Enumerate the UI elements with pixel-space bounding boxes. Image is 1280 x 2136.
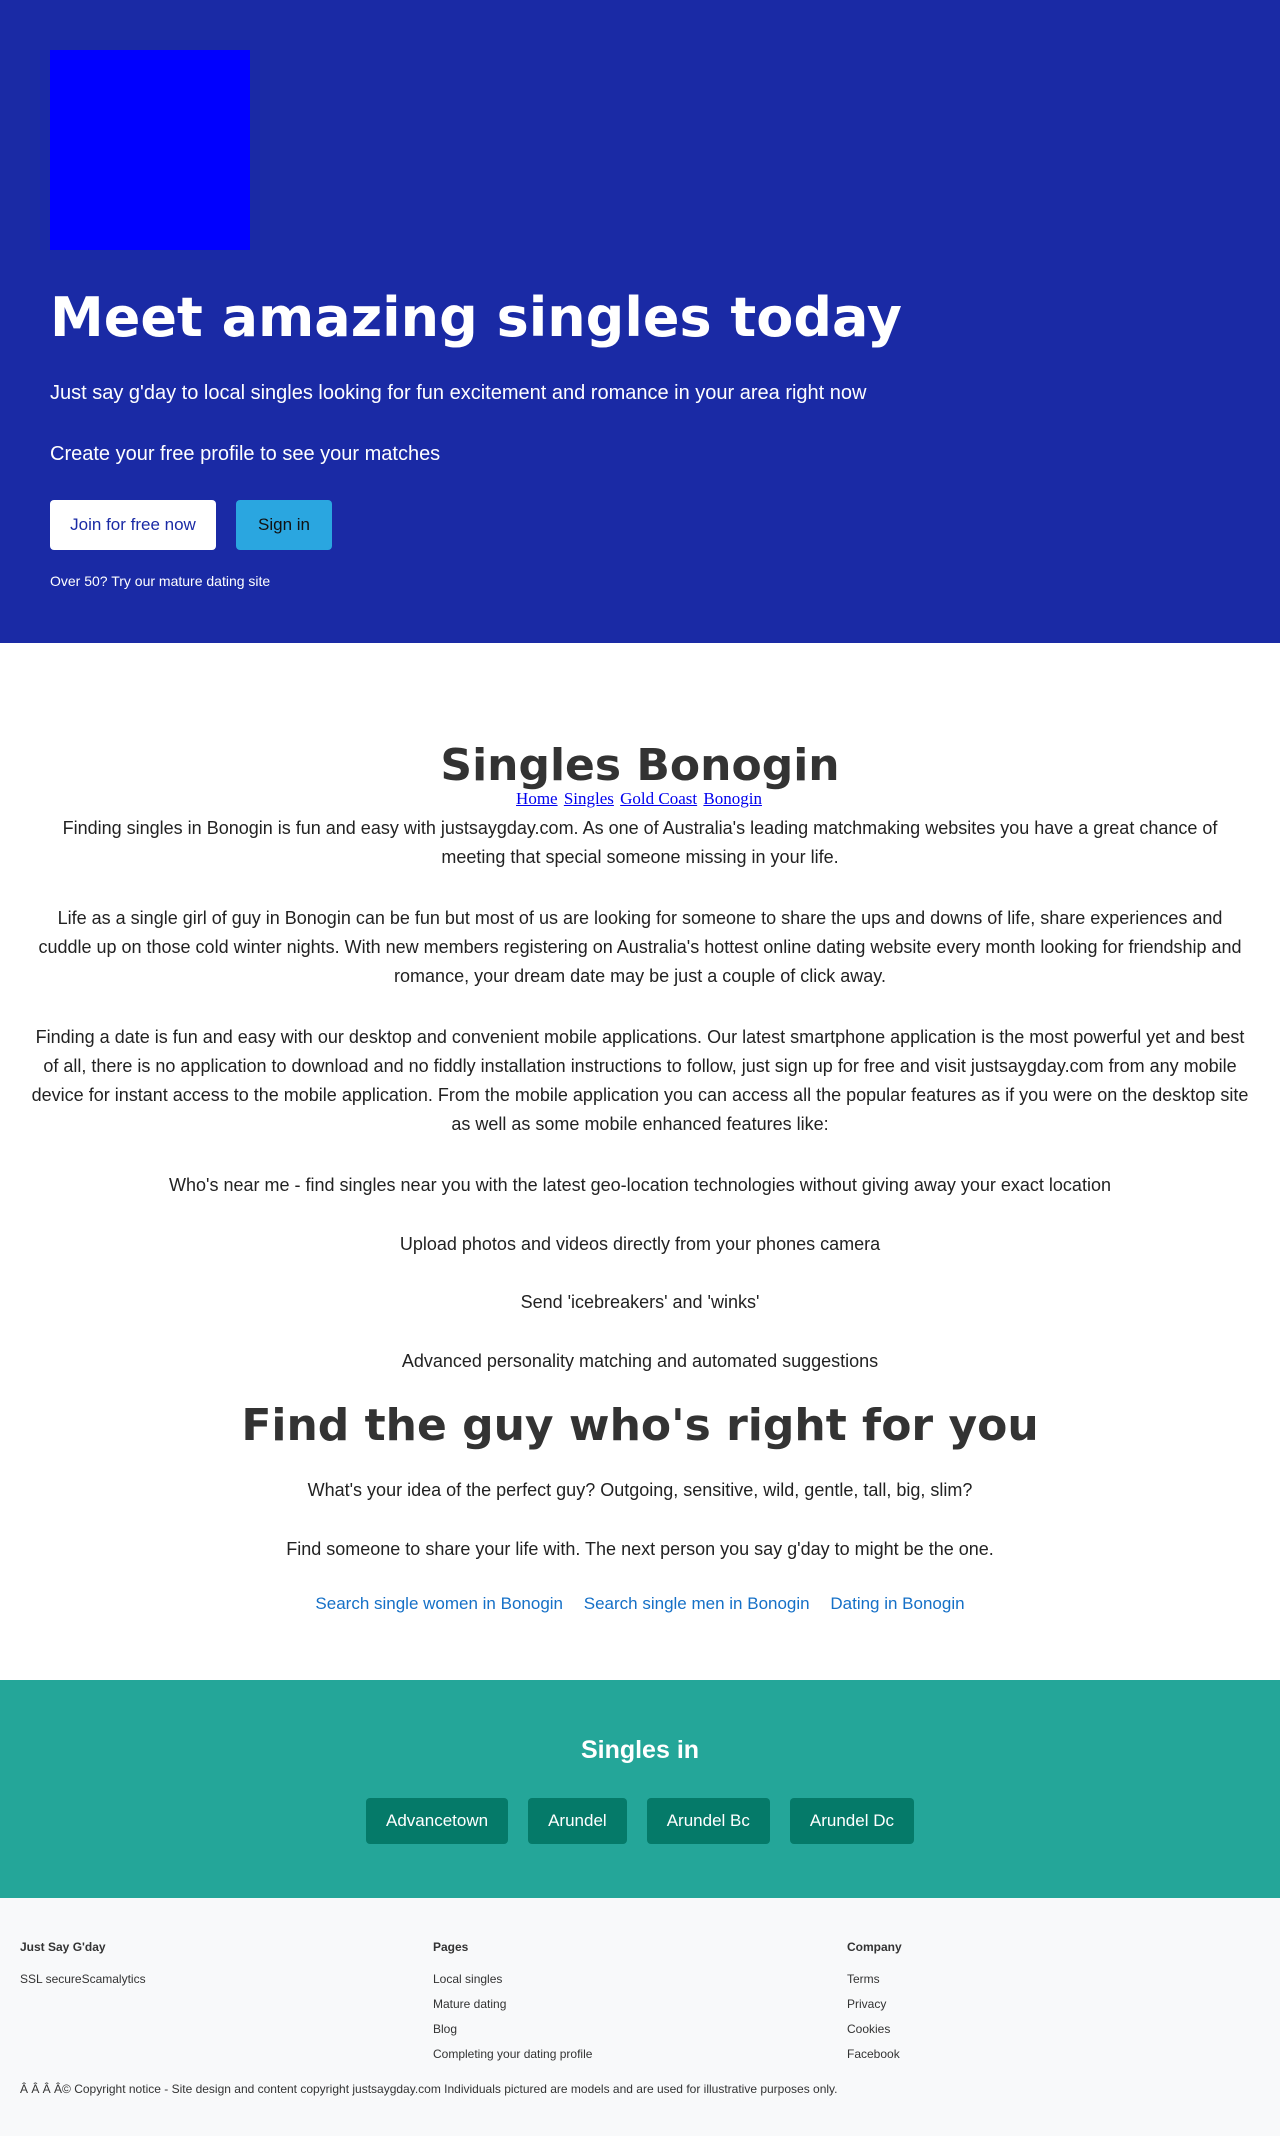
find-guy-title: Find the guy who's right for you	[241, 1400, 1039, 1451]
hero-cta-text: Create your free profile to see your mat…	[50, 443, 441, 465]
suburb-button[interactable]: Arundel Bc	[646, 1798, 770, 1844]
suburb-button[interactable]: Arundel	[528, 1798, 627, 1844]
suburb-list: Advancetown Arundel Arundel Bc Arundel D…	[0, 1798, 1280, 1844]
search-links: Search single women in Bonogin Search si…	[0, 1594, 1280, 1614]
footer-link[interactable]: Mature dating	[433, 1997, 592, 2011]
join-button[interactable]: Join for free now	[50, 500, 216, 550]
breadcrumb-singles[interactable]: Singles	[564, 789, 614, 808]
life-paragraph: Life as a single girl of guy in Bonogin …	[38, 908, 1242, 986]
suburb-button[interactable]: Arundel Dc	[789, 1798, 914, 1844]
footer-heading: Pages	[433, 1940, 469, 1954]
singles-in-title: Singles in	[580, 1736, 700, 1764]
breadcrumb-bonogin[interactable]: Bonogin	[703, 789, 762, 808]
search-women-link[interactable]: Search single women in Bonogin	[315, 1594, 563, 1613]
footer-column-pages: Pages Local singles Mature dating Blog C…	[433, 1940, 592, 2072]
hero-title: Meet amazing singles today	[50, 286, 902, 349]
feature-item: Upload photos and videos directly from y…	[399, 1234, 881, 1254]
page-title: Singles Bonogin	[440, 740, 840, 791]
breadcrumb-home[interactable]: Home	[516, 789, 558, 808]
singles-in-section: Singles in Advancetown Arundel Arundel B…	[0, 1680, 1280, 1898]
feature-item: Advanced personality matching and automa…	[401, 1351, 879, 1371]
footer: Just Say G'day SSL secureScamalytics Pag…	[0, 1898, 1280, 2136]
breadcrumb: Home Singles Gold Coast Bonogin	[0, 789, 1280, 809]
footer-link[interactable]: Local singles	[433, 1972, 592, 1986]
search-men-link[interactable]: Search single men in Bonogin	[584, 1594, 810, 1613]
footer-link[interactable]: Facebook	[847, 2047, 902, 2061]
mature-dating-link[interactable]: Over 50? Try our mature dating site	[50, 573, 270, 589]
dating-link[interactable]: Dating in Bonogin	[830, 1594, 964, 1613]
breadcrumb-gold-coast[interactable]: Gold Coast	[620, 789, 697, 808]
suburb-button[interactable]: Advancetown	[366, 1798, 509, 1844]
find-paragraph: Find someone to share your life with. Th…	[286, 1539, 994, 1559]
hero-subtitle: Just say g'day to local singles looking …	[50, 382, 867, 404]
footer-link[interactable]: Terms	[847, 1972, 902, 1986]
footer-link[interactable]: Completing your dating profile	[433, 2047, 592, 2061]
copyright-notice: Â Â Â Â© Copyright notice - Site design …	[20, 2082, 838, 2096]
footer-column-brand: Just Say G'day SSL secureScamalytics	[20, 1940, 146, 1997]
footer-link[interactable]: Privacy	[847, 1997, 902, 2011]
mobile-paragraph: Finding a date is fun and easy with our …	[31, 1027, 1249, 1134]
footer-column-company: Company Terms Privacy Cookies Facebook	[847, 1940, 902, 2072]
hero-section: Meet amazing singles today Just say g'da…	[0, 0, 1280, 643]
ssl-badge: SSL secureScamalytics	[20, 1972, 146, 1986]
footer-heading: Company	[847, 1940, 902, 1954]
site-logo[interactable]	[50, 50, 250, 250]
main-content: Home Singles Gold Coast Bonogin Singles …	[0, 643, 1280, 1680]
footer-heading: Just Say G'day	[20, 1940, 106, 1954]
footer-link[interactable]: Cookies	[847, 2022, 902, 2036]
find-paragraph: What's your idea of the perfect guy? Out…	[307, 1480, 973, 1500]
intro-paragraph: Finding singles in Bonogin is fun and ea…	[62, 818, 1218, 867]
footer-link[interactable]: Blog	[433, 2022, 592, 2036]
feature-item: Who's near me - find singles near you wi…	[169, 1175, 1111, 1195]
feature-item: Send 'icebreakers' and 'winks'	[520, 1292, 760, 1312]
sign-in-button[interactable]: Sign in	[236, 500, 332, 550]
